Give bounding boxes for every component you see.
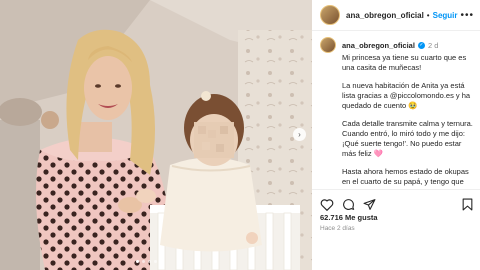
carousel-dot [136,260,139,263]
caption-time: 2 d [427,40,439,50]
header-username[interactable]: ana_obregon_oficial [346,11,424,20]
caption-paragraph: La nueva habitación de Anita ya está lis… [342,81,471,110]
verified-badge-icon: ✓ [417,41,425,49]
caption-header: ana_obregon_oficial ✓ 2 d [320,37,480,53]
bookmark-icon [462,198,473,211]
caption-username[interactable]: ana_obregon_oficial [342,41,415,50]
caption: ana_obregon_oficial ✓ 2 d Mi princesa ya… [312,33,480,188]
save-button[interactable] [462,198,473,216]
post-header: ana_obregon_oficial • Seguir ••• [312,0,480,31]
caption-text: Mi princesa ya tiene su cuarto que es un… [342,53,476,188]
photo-scene [0,0,312,270]
caption-paragraph: Cada detalle transmite calma y ternura. … [342,119,473,158]
carousel-dot [148,260,151,263]
carousel-dot [160,260,163,263]
likes-count[interactable]: 62.716 Me gusta [320,213,378,222]
post-sidebar: ana_obregon_oficial • Seguir ••• ana_obr… [312,0,480,270]
avatar[interactable] [320,5,340,25]
post-photo [0,0,312,270]
more-options-icon[interactable]: ••• [460,10,474,21]
carousel-next-button[interactable]: › [293,128,306,141]
post-timestamp: Hace 2 días [320,225,355,232]
caption-paragraph: Hasta ahora hemos estado de okupas en el… [342,167,474,188]
comment-icon [343,199,355,210]
carousel-indicator [136,260,163,263]
chevron-right-icon: › [298,130,301,139]
carousel-dot [142,260,145,263]
separator-dot: • [426,10,430,20]
caption-avatar[interactable] [320,37,336,53]
carousel-dot [154,260,157,263]
follow-button[interactable]: Seguir [433,11,458,20]
caption-paragraph: Mi princesa ya tiene su cuarto que es un… [342,53,467,72]
share-icon [363,199,376,210]
heart-icon [320,199,334,211]
